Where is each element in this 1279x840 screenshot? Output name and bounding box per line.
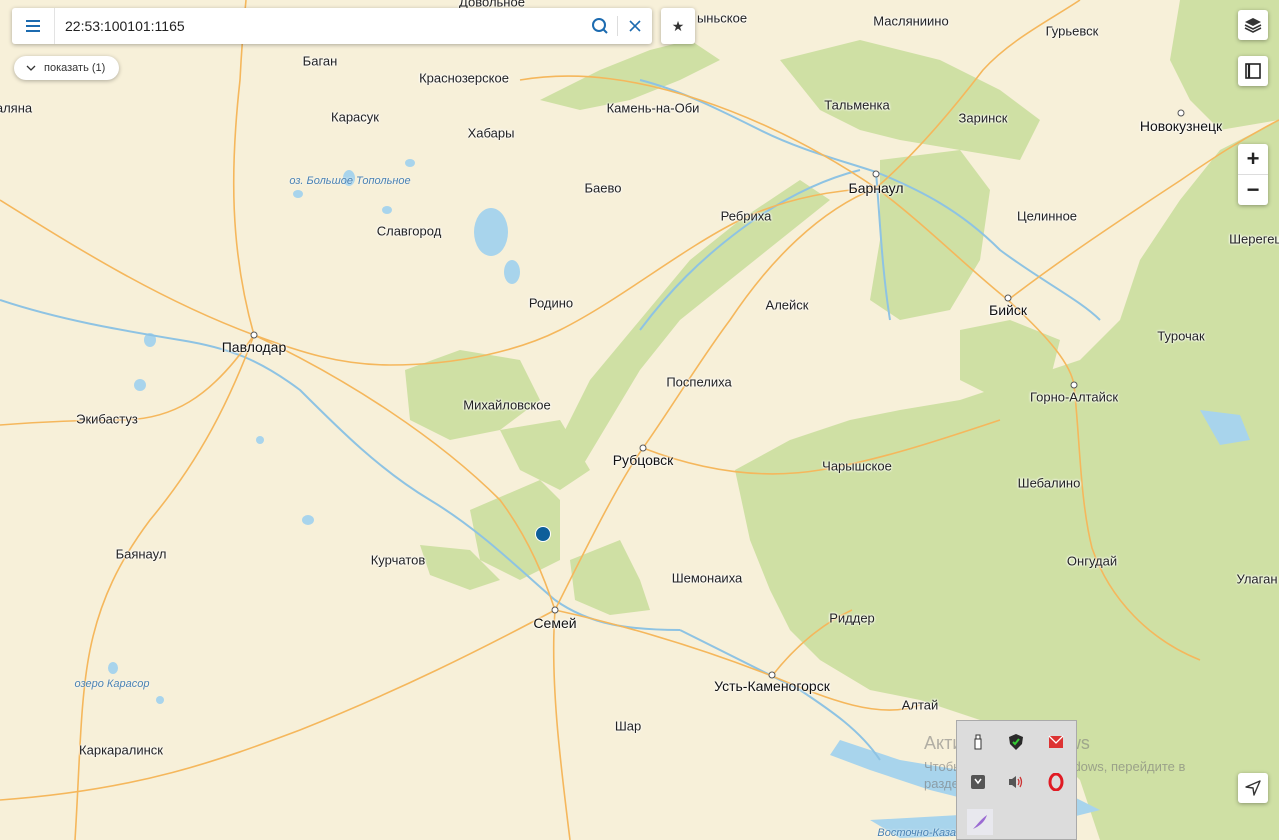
- hamburger-icon: [26, 20, 40, 32]
- city-label: Поспелиха: [666, 374, 732, 390]
- app-icon[interactable]: [967, 771, 989, 793]
- search-bar: [12, 8, 652, 44]
- city-label: Михайловское: [463, 397, 551, 413]
- city-label: Хабары: [467, 125, 515, 141]
- city-label: Каркаралинск: [79, 742, 163, 758]
- city-label: Семей: [533, 615, 577, 631]
- city-label: Чарышское: [822, 458, 892, 474]
- opera-icon[interactable]: [1045, 771, 1067, 793]
- star-icon: ★: [671, 17, 685, 34]
- city-label: Барнаул: [848, 180, 904, 196]
- city-label: Павлодар: [221, 339, 287, 355]
- city-label: Усть-Каменогорск: [714, 678, 830, 694]
- city-label: Новокузнецк: [1139, 118, 1223, 134]
- search-input[interactable]: [55, 11, 583, 41]
- parcel-marker[interactable]: [536, 527, 550, 541]
- layers-button[interactable]: [1238, 10, 1268, 40]
- city-label: Шар: [614, 718, 642, 734]
- city-label: Баянаул: [115, 546, 167, 562]
- city-label: Целинное: [1016, 208, 1078, 224]
- feather-icon[interactable]: [967, 809, 993, 835]
- city-label: Камень-на-Оби: [606, 100, 700, 116]
- city-label: Тальменка: [824, 97, 890, 113]
- search-button[interactable]: [583, 8, 617, 44]
- city-label: Масляниино: [873, 13, 949, 29]
- city-label: Баево: [584, 180, 622, 196]
- city-label: аляна: [0, 100, 33, 116]
- city-label: Краснозерское: [419, 70, 509, 86]
- city-label: Риддер: [829, 610, 875, 626]
- city-label: Шемонаиха: [671, 570, 743, 586]
- water-label: озеро Карасор: [74, 678, 150, 690]
- ruler-button[interactable]: [1238, 56, 1268, 86]
- city-label: Алейск: [765, 297, 809, 313]
- city-label: Славгород: [376, 223, 442, 239]
- city-label: Улаган: [1236, 571, 1278, 587]
- zoom-out-button[interactable]: −: [1238, 175, 1268, 205]
- city-label: Карасук: [331, 109, 379, 125]
- close-icon: [629, 20, 641, 32]
- locate-button[interactable]: [1238, 773, 1268, 803]
- city-label: Шебалино: [1017, 475, 1081, 491]
- navigation-arrow-icon: [1245, 780, 1261, 796]
- city-label: Рубцовск: [612, 452, 674, 468]
- city-label: Бийск: [989, 302, 1027, 318]
- show-results-button[interactable]: показать (1): [14, 56, 120, 80]
- city-label: Онгудай: [1066, 553, 1118, 569]
- city-label: Экибастуз: [76, 411, 138, 427]
- chevron-down-icon: [26, 65, 36, 71]
- show-results-label: показать (1): [44, 62, 106, 74]
- menu-button[interactable]: [12, 8, 55, 44]
- city-label: Родино: [528, 295, 574, 311]
- city-label: Ребриха: [720, 208, 772, 224]
- clear-button[interactable]: [618, 8, 652, 44]
- zoom-control: + −: [1238, 144, 1268, 205]
- mail-icon[interactable]: [1045, 731, 1067, 753]
- favorites-button[interactable]: ★: [661, 8, 695, 44]
- city-label: Гурьевск: [1045, 23, 1099, 39]
- search-icon: [592, 18, 608, 34]
- volume-icon[interactable]: [1005, 771, 1027, 793]
- security-shield-icon[interactable]: [1005, 731, 1027, 753]
- city-label: Алтай: [901, 697, 939, 713]
- city-label: Горно-Алтайск: [1029, 389, 1119, 405]
- city-label: ыньское: [696, 10, 748, 26]
- usb-icon[interactable]: [967, 731, 989, 753]
- system-tray-popup: [956, 720, 1077, 840]
- city-label: Курчатов: [370, 552, 426, 568]
- ruler-icon: [1245, 63, 1261, 79]
- water-label: оз. Большое Топольное: [289, 175, 411, 187]
- zoom-in-button[interactable]: +: [1238, 144, 1268, 174]
- city-label: Турочак: [1157, 328, 1205, 344]
- layers-icon: [1244, 18, 1262, 33]
- map-canvas[interactable]: [0, 0, 1279, 840]
- city-label: Заринск: [958, 110, 1008, 126]
- city-label: Шерегеш: [1229, 231, 1279, 247]
- city-label: Баган: [302, 53, 338, 69]
